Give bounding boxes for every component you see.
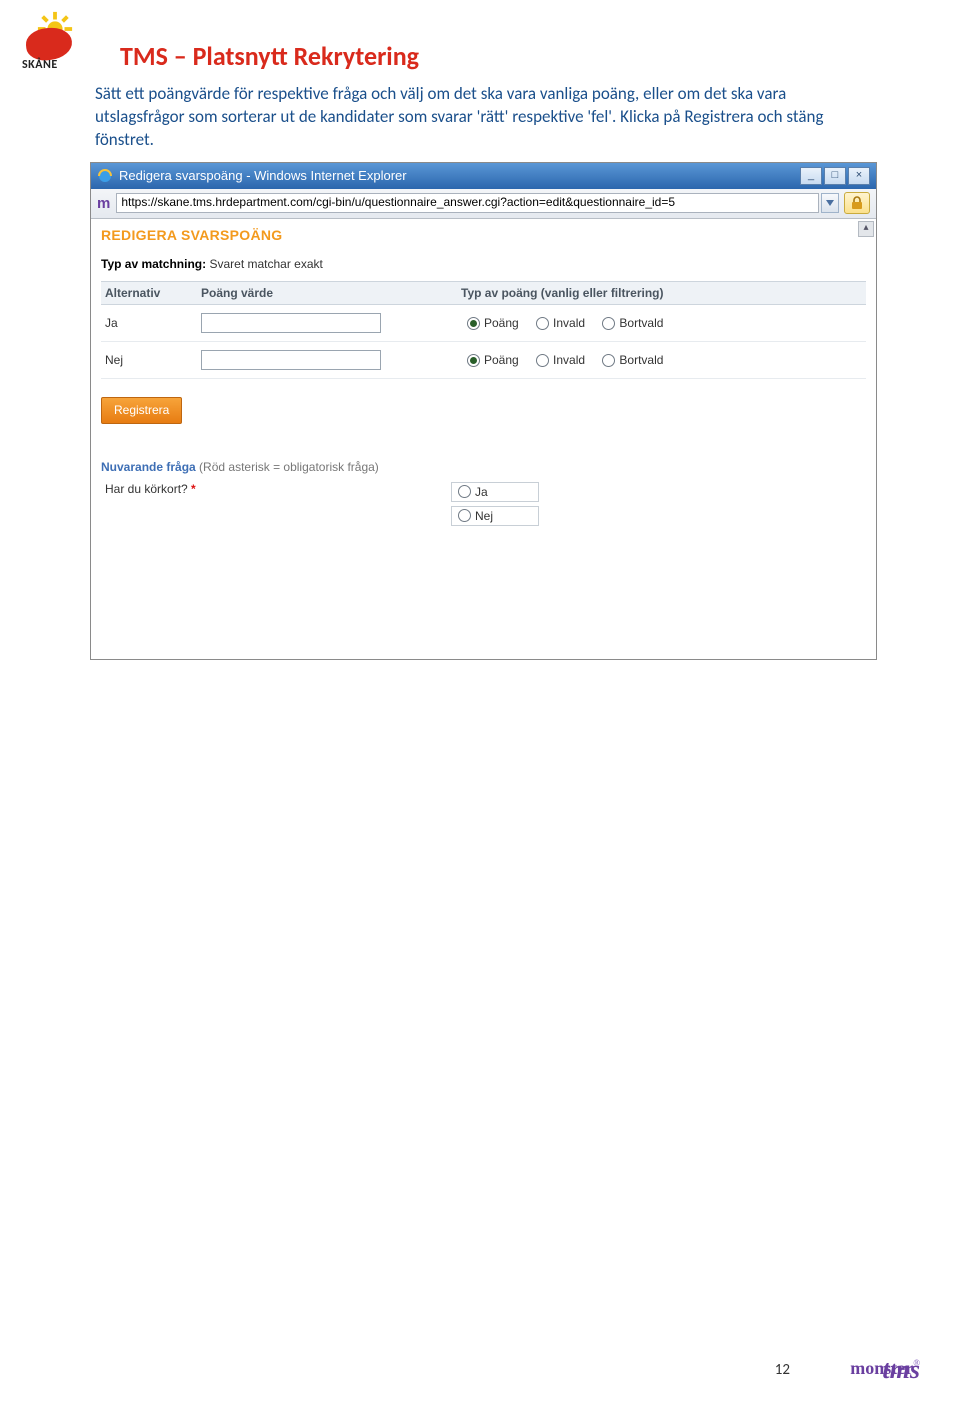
table-header-row: Alternativ Poäng värde Typ av poäng (van… xyxy=(101,281,866,305)
form-heading: REDIGERA SVARSPOÄNG xyxy=(101,227,866,243)
chevron-down-icon xyxy=(826,200,834,206)
tms-logo: tms xyxy=(882,1355,920,1385)
scroll-up-button[interactable]: ▴ xyxy=(858,221,874,237)
window-titlebar: Redigera svarspoäng - Windows Internet E… xyxy=(91,163,876,189)
table-row: Nej Poäng Invald Bortvald xyxy=(101,342,866,379)
window-maximize-button[interactable]: □ xyxy=(824,167,846,185)
radio-bortvald-nej[interactable] xyxy=(602,354,615,367)
radio-invald-nej[interactable] xyxy=(536,354,549,367)
window-minimize-button[interactable]: _ xyxy=(800,167,822,185)
address-bar: m https://skane.tms.hrdepartment.com/cgi… xyxy=(91,189,876,219)
match-type-value: Svaret matchar exakt xyxy=(209,257,322,271)
radio-option-ja[interactable] xyxy=(458,485,471,498)
radio-invald-ja[interactable] xyxy=(536,317,549,330)
column-header-typ: Typ av poäng (vanlig eller filtrering) xyxy=(461,286,866,300)
radio-group-ja: Poäng Invald Bortvald xyxy=(461,315,866,330)
question-option-ja[interactable]: Ja xyxy=(451,482,539,502)
table-row: Ja Poäng Invald Bortvald xyxy=(101,305,866,342)
security-lock-button[interactable] xyxy=(844,192,870,214)
question-option-nej[interactable]: Nej xyxy=(451,506,539,526)
document-title: TMS – Platsnytt Rekrytering xyxy=(120,40,419,72)
instruction-paragraph: Sätt ett poängvärde för respektive fråga… xyxy=(0,75,960,156)
window-close-button[interactable]: × xyxy=(848,167,870,185)
poang-input-nej[interactable] xyxy=(201,350,381,370)
registrera-button[interactable]: Registrera xyxy=(101,397,182,424)
page-content: ▴ REDIGERA SVARSPOÄNG Typ av matchning: … xyxy=(91,219,876,659)
window-title: Redigera svarspoäng - Windows Internet E… xyxy=(119,168,407,183)
required-asterisk: * xyxy=(191,482,196,496)
row-label-nej: Nej xyxy=(101,353,201,367)
column-header-poang-varde: Poäng värde xyxy=(201,286,461,300)
current-question-heading: Nuvarande fråga xyxy=(101,460,196,474)
url-field[interactable]: https://skane.tms.hrdepartment.com/cgi-b… xyxy=(116,193,819,213)
browser-window: Redigera svarspoäng - Windows Internet E… xyxy=(90,162,877,660)
match-type-row: Typ av matchning: Svaret matchar exakt xyxy=(101,257,866,271)
radio-group-nej: Poäng Invald Bortvald xyxy=(461,352,866,367)
radio-bortvald-ja[interactable] xyxy=(602,317,615,330)
url-dropdown-button[interactable] xyxy=(821,193,839,213)
radio-poang-nej[interactable] xyxy=(467,354,480,367)
row-label-ja: Ja xyxy=(101,316,201,330)
match-type-label: Typ av matchning: xyxy=(101,257,206,271)
logo-text: SKÅNE xyxy=(22,58,58,72)
lock-icon xyxy=(851,196,863,210)
ie-icon xyxy=(97,168,113,184)
radio-poang-ja[interactable] xyxy=(467,317,480,330)
current-question-section: Nuvarande fråga (Röd asterisk = obligato… xyxy=(101,460,866,530)
question-options: Ja Nej xyxy=(451,482,539,530)
question-text: Har du körkort? * xyxy=(101,482,451,530)
site-favicon: m xyxy=(97,195,110,212)
column-header-alternativ: Alternativ xyxy=(101,286,201,300)
page-number: 12 xyxy=(775,1361,790,1379)
current-question-note: (Röd asterisk = obligatorisk fråga) xyxy=(199,460,379,474)
region-skane-logo: SKÅNE xyxy=(20,10,90,75)
document-header: SKÅNE TMS – Platsnytt Rekrytering xyxy=(0,0,960,75)
radio-option-nej[interactable] xyxy=(458,509,471,522)
poang-input-ja[interactable] xyxy=(201,313,381,333)
